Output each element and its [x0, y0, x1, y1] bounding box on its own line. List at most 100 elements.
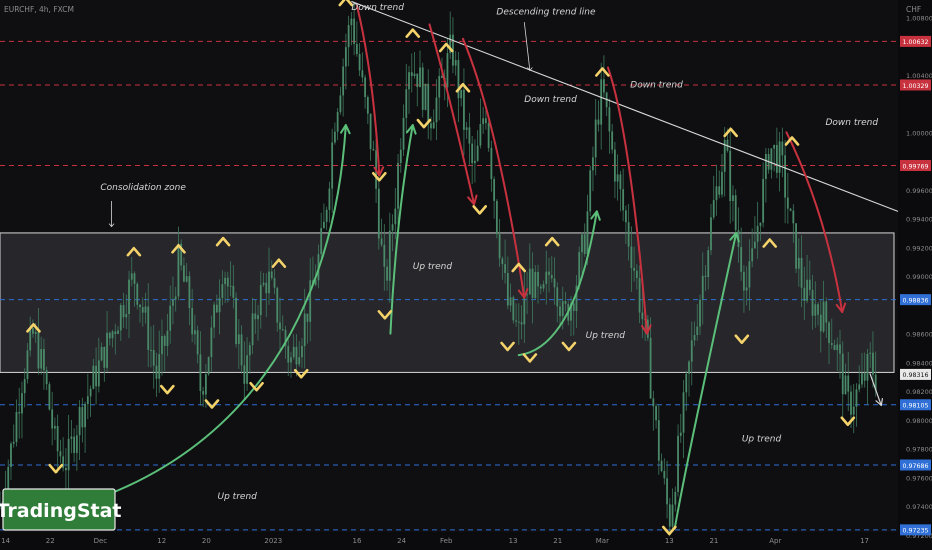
candle-body [866, 353, 869, 381]
candle-body [210, 327, 213, 358]
candle-body [504, 264, 506, 274]
candle-body [301, 345, 303, 358]
candle-body [295, 346, 298, 365]
candle-body [811, 289, 814, 316]
candle-body [48, 384, 51, 410]
candle-body [828, 322, 830, 344]
candle-body [872, 352, 874, 375]
candle-body [419, 67, 421, 88]
candle-body [548, 271, 550, 275]
candle-body [334, 131, 336, 143]
candle-body [509, 297, 512, 306]
candle-body [59, 451, 62, 457]
price-level-label: 0.97235 [902, 528, 928, 535]
candle-body [855, 389, 858, 407]
candle-body [471, 143, 474, 164]
y-tick-label: 0.98200 [906, 388, 932, 396]
candle-body [358, 54, 361, 71]
candle-body [37, 331, 40, 369]
candle-body [622, 189, 625, 211]
x-tick-label: 13 [665, 537, 674, 545]
candle-body [391, 224, 394, 231]
candle-body [12, 441, 15, 444]
candle-body [501, 258, 504, 265]
candle-body [657, 420, 660, 461]
candle-body [108, 332, 111, 339]
price-level-label: 0.98836 [902, 297, 928, 304]
candle-body [586, 211, 589, 254]
candle-body [323, 221, 325, 229]
candle-body [408, 72, 410, 90]
candle-body [666, 478, 668, 505]
candle-body [696, 326, 699, 335]
candle-body [133, 273, 136, 284]
candle-body [89, 388, 92, 397]
candle-body [652, 398, 655, 407]
candle-body [564, 301, 567, 304]
annotation-label: Consolidation zone [100, 183, 186, 193]
candle-body [290, 357, 292, 363]
candle-body [732, 195, 734, 202]
time-axis-panel [0, 532, 932, 550]
candle-body [361, 70, 364, 78]
x-tick-label: 12 [157, 537, 166, 545]
candle-body [331, 142, 334, 189]
candle-body [635, 270, 638, 279]
candle-body [232, 285, 235, 298]
candle-body [84, 403, 86, 428]
candle-body [309, 280, 312, 322]
candle-body [498, 234, 501, 259]
candle-body [306, 313, 309, 322]
candle-body [729, 150, 732, 202]
candle-body [830, 343, 833, 345]
candle-body [682, 392, 685, 433]
candle-body [350, 18, 353, 26]
candle-body [707, 250, 710, 278]
candle-body [237, 334, 240, 345]
candle-body [699, 299, 701, 327]
candle-body [364, 77, 366, 98]
candle-body [147, 306, 150, 350]
candle-body [624, 210, 627, 223]
candle-body [589, 170, 592, 212]
candle-body [616, 174, 619, 182]
y-tick-label: 0.97600 [906, 474, 932, 482]
candle-body [482, 118, 485, 125]
candle-body [542, 283, 545, 289]
x-tick-label: 21 [553, 537, 562, 545]
price-chart[interactable]: Down trend Descending trend line Down tren… [0, 0, 932, 550]
candle-body [559, 306, 561, 317]
candle-body [152, 349, 155, 366]
candle-body [119, 305, 122, 331]
y-tick-label: 0.99000 [906, 273, 932, 281]
candle-body [806, 279, 808, 301]
candle-body [40, 349, 43, 369]
candle-body [23, 379, 26, 394]
candle-body [270, 271, 273, 279]
candle-body [789, 208, 792, 211]
candle-body [279, 322, 281, 330]
candle-body [493, 179, 496, 201]
candle-body [786, 197, 789, 209]
candle-body [432, 122, 435, 129]
candle-body [122, 305, 125, 318]
candle-body [721, 171, 723, 195]
candle-body [215, 304, 218, 313]
annotation-label: Up trend [218, 492, 258, 502]
candle-body [100, 346, 103, 361]
price-level-label: 1.00329 [902, 83, 928, 90]
candle-body [97, 360, 100, 387]
candle-body [10, 443, 12, 467]
candle-body [792, 210, 795, 224]
candle-body [701, 275, 704, 300]
x-tick-label: Mar [596, 537, 609, 545]
candle-body [292, 346, 295, 358]
candle-body [710, 217, 712, 251]
y-tick-label: 0.99200 [906, 244, 932, 252]
candle-body [372, 149, 375, 151]
candle-body [287, 346, 290, 363]
candle-body [762, 178, 765, 223]
candle-body [844, 375, 847, 395]
candle-body [413, 73, 416, 77]
candle-body [852, 406, 855, 415]
